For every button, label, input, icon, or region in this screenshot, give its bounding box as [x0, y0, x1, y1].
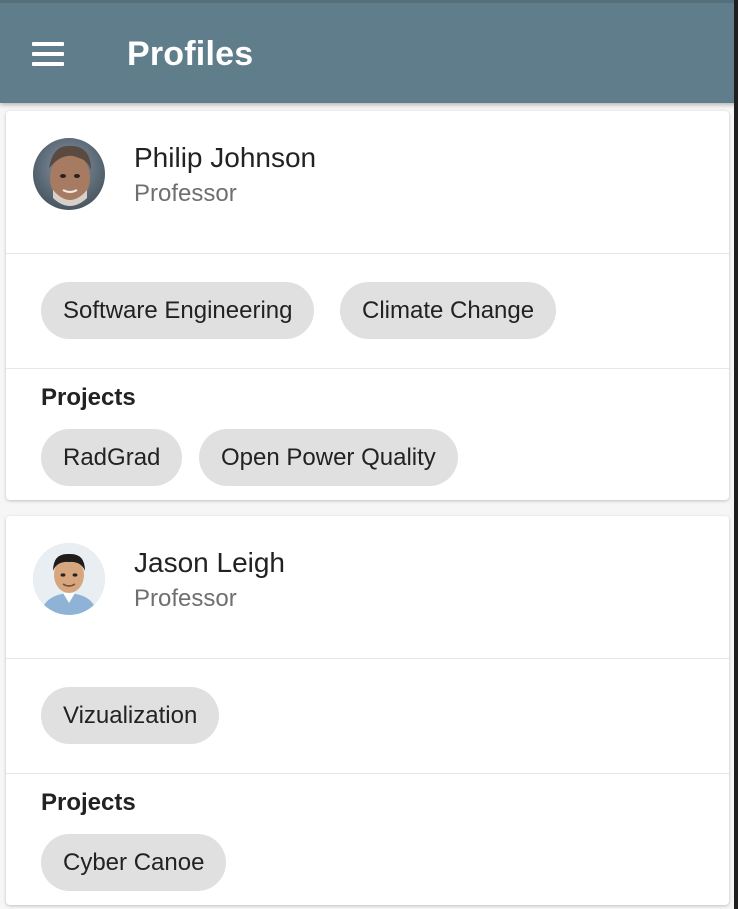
avatar [33, 543, 105, 615]
profile-role: Professor [134, 180, 237, 207]
page-title: Profiles [127, 35, 254, 73]
app-bar: Profiles [0, 0, 738, 103]
profile-header: Jason Leigh Professor [6, 516, 729, 659]
profile-card-philip-johnson[interactable]: Philip Johnson Professor Software Engine… [6, 111, 729, 500]
project-chip[interactable]: Cyber Canoe [41, 834, 227, 891]
interest-chip[interactable]: Vizualization [41, 687, 220, 744]
project-chip[interactable]: Open Power Quality [199, 429, 458, 486]
profile-card-jason-leigh[interactable]: Jason Leigh Professor Vizualization Proj… [6, 516, 729, 905]
interests-section: Vizualization [6, 659, 729, 774]
projects-section: Projects RadGrad Open Power Quality [6, 369, 729, 500]
projects-heading: Projects [41, 789, 136, 816]
projects-section: Projects Cyber Canoe [6, 774, 729, 905]
window-edge [734, 0, 738, 909]
profile-header: Philip Johnson Professor [6, 111, 729, 254]
interest-chip[interactable]: Climate Change [340, 282, 557, 339]
interest-chip[interactable]: Software Engineering [41, 282, 315, 339]
avatar [33, 138, 105, 210]
status-strip [0, 0, 738, 3]
menu-button[interactable] [26, 34, 70, 74]
profile-name: Jason Leigh [134, 547, 286, 578]
profile-role: Professor [134, 585, 237, 612]
projects-heading: Projects [41, 384, 136, 411]
project-chip[interactable]: RadGrad [41, 429, 183, 486]
interests-section: Software Engineering Climate Change [6, 254, 729, 369]
profile-name: Philip Johnson [134, 142, 317, 173]
